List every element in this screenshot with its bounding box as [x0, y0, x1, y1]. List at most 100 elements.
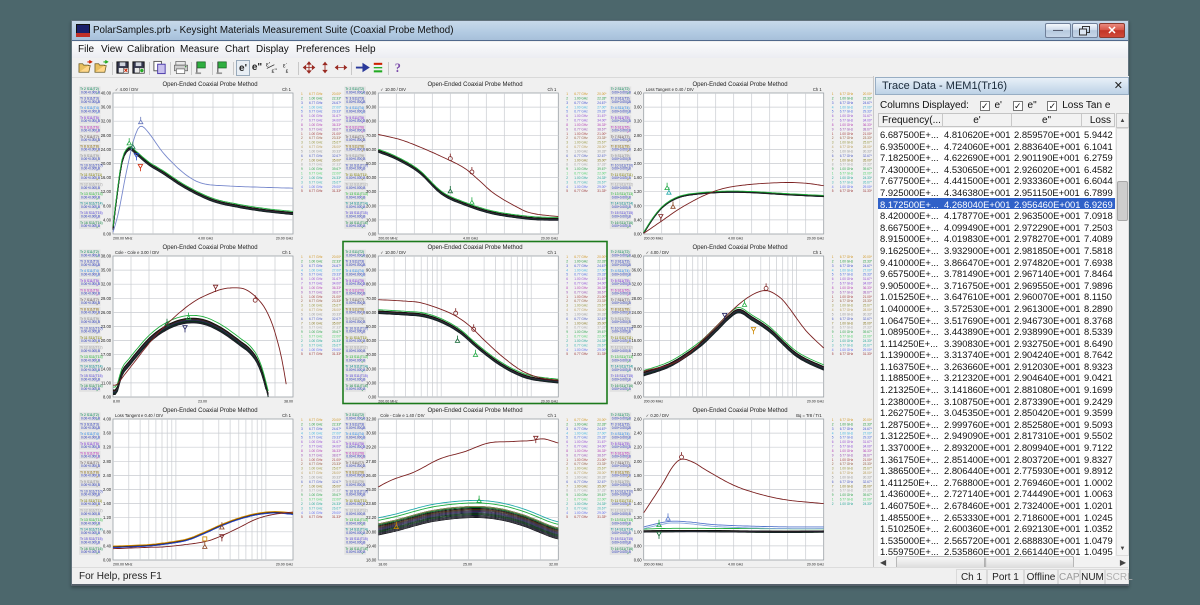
- svg-text:22.00*: 22.00*: [332, 335, 342, 339]
- svg-text:4: 4: [301, 431, 303, 435]
- svg-text:6: 6: [301, 277, 303, 281]
- svg-text:6.77 GHz: 6.77 GHz: [309, 163, 323, 167]
- svg-text:✓: ✓: [96, 197, 99, 201]
- svg-text:32.00: 32.00: [631, 282, 642, 287]
- svg-text:35.00*: 35.00*: [597, 158, 607, 162]
- svg-text:1.00: 1.00: [634, 529, 643, 534]
- svg-text:1.00 GHz: 1.00 GHz: [309, 132, 323, 136]
- svg-text:1: 1: [832, 418, 834, 422]
- svg-text:6.77 GHz: 6.77 GHz: [840, 255, 854, 259]
- svg-text:Open-Ended Coaxial Probe Metho: Open-Ended Coaxial Probe Method: [692, 245, 787, 251]
- svg-text:30.33*: 30.33*: [332, 476, 342, 480]
- svg-text:2.80: 2.80: [634, 133, 643, 138]
- svg-text:6.77 GHz: 6.77 GHz: [309, 189, 323, 193]
- svg-text:6.77 GHz: 6.77 GHz: [574, 154, 588, 158]
- svg-text:36.33*: 36.33*: [332, 286, 342, 290]
- svg-text:✓: ✓: [627, 178, 630, 182]
- svg-text:20.00*: 20.00*: [597, 418, 607, 422]
- svg-text:9: 9: [566, 330, 568, 334]
- svg-text:6.77 GHz: 6.77 GHz: [840, 282, 854, 286]
- svg-text:9: 9: [832, 453, 834, 457]
- svg-text:✓: ✓: [627, 350, 630, 354]
- svg-text:28.00*: 28.00*: [597, 471, 607, 475]
- svg-text:✓: ✓: [361, 331, 364, 335]
- svg-text:8: 8: [566, 326, 568, 330]
- svg-text:22.33*: 22.33*: [332, 96, 342, 100]
- svg-text:60.00: 60.00: [366, 310, 377, 315]
- svg-text:1: 1: [832, 255, 834, 259]
- svg-text:6: 6: [832, 440, 834, 444]
- svg-text:2: 2: [832, 339, 834, 343]
- svg-text:✓: ✓: [361, 475, 364, 479]
- svg-text:9: 9: [301, 127, 303, 131]
- svg-text:6.77 GHz: 6.77 GHz: [309, 445, 323, 449]
- svg-text:27.00*: 27.00*: [597, 105, 607, 109]
- svg-text:1.40: 1.40: [634, 501, 643, 506]
- svg-text:4: 4: [301, 348, 303, 352]
- svg-text:✓: ✓: [627, 255, 630, 259]
- svg-text:6: 6: [566, 277, 568, 281]
- svg-text:6.77 GHz: 6.77 GHz: [574, 127, 588, 131]
- svg-text:2: 2: [566, 136, 568, 140]
- svg-text:✓: ✓: [361, 92, 364, 96]
- svg-text:29.00*: 29.00*: [332, 511, 342, 515]
- svg-text:8.00: 8.00: [103, 203, 112, 208]
- svg-text:26.67*: 26.67*: [863, 343, 873, 347]
- svg-text:23.33*: 23.33*: [332, 462, 342, 466]
- svg-text:1.00 GHz: 1.00 GHz: [574, 493, 588, 497]
- svg-text:25.67*: 25.67*: [863, 467, 873, 471]
- svg-text:✓: ✓: [96, 216, 99, 220]
- svg-text:3: 3: [301, 141, 303, 145]
- svg-text:8: 8: [566, 286, 568, 290]
- svg-text:34.00*: 34.00*: [597, 445, 607, 449]
- svg-text:9: 9: [301, 453, 303, 457]
- svg-text:Ch 1: Ch 1: [282, 87, 292, 92]
- svg-text:35.00*: 35.00*: [597, 321, 607, 325]
- svg-text:4: 4: [566, 348, 568, 352]
- svg-text:11.00: 11.00: [101, 380, 112, 385]
- svg-text:32.67*: 32.67*: [332, 154, 342, 158]
- svg-text:✓: ✓: [361, 120, 364, 124]
- svg-text:6.77 GHz: 6.77 GHz: [840, 264, 854, 268]
- svg-text:5: 5: [832, 273, 834, 277]
- svg-text:✓: ✓: [96, 513, 99, 517]
- svg-text:9: 9: [832, 493, 834, 497]
- svg-text:3: 3: [566, 180, 568, 184]
- svg-text:6.77 GHz: 6.77 GHz: [840, 145, 854, 149]
- svg-text:3: 3: [566, 506, 568, 510]
- svg-text:5: 5: [301, 189, 303, 193]
- svg-text:8: 8: [832, 123, 834, 127]
- svg-text:30.33*: 30.33*: [863, 150, 873, 154]
- svg-text:4.00: 4.00: [103, 417, 112, 422]
- svg-text:✓ 0.20 / DIV: ✓ 0.20 / DIV: [646, 413, 669, 418]
- svg-text:1.00 GHz: 1.00 GHz: [840, 348, 854, 352]
- svg-text:23.33*: 23.33*: [332, 136, 342, 140]
- svg-text:1.00 GHz: 1.00 GHz: [574, 502, 588, 506]
- svg-text:7: 7: [566, 119, 568, 123]
- svg-text:1.20: 1.20: [634, 189, 643, 194]
- svg-text:✓: ✓: [627, 427, 630, 431]
- svg-text:3: 3: [566, 264, 568, 268]
- svg-text:6: 6: [832, 317, 834, 321]
- svg-text:✓: ✓: [96, 149, 99, 153]
- svg-text:1: 1: [301, 132, 303, 136]
- svg-text:✓: ✓: [96, 312, 99, 316]
- svg-text:6.77 GHz: 6.77 GHz: [309, 506, 323, 510]
- svg-text:1.00 GHz: 1.00 GHz: [574, 449, 588, 453]
- svg-text:26.40: 26.40: [366, 473, 377, 478]
- svg-text:2: 2: [566, 176, 568, 180]
- svg-text:1.20: 1.20: [634, 515, 643, 520]
- svg-text:6.77 GHz: 6.77 GHz: [309, 154, 323, 158]
- svg-text:29.33*: 29.33*: [332, 110, 342, 114]
- svg-text:1.00 GHz: 1.00 GHz: [840, 268, 854, 272]
- svg-text:5: 5: [566, 352, 568, 356]
- svg-text:38.67*: 38.67*: [597, 127, 607, 131]
- svg-text:2: 2: [832, 176, 834, 180]
- svg-text:27.00*: 27.00*: [332, 105, 342, 109]
- svg-text:16.00: 16.00: [101, 175, 112, 180]
- svg-text:✓: ✓: [96, 120, 99, 124]
- svg-text:34.00*: 34.00*: [332, 282, 342, 286]
- svg-text:28.00*: 28.00*: [332, 145, 342, 149]
- svg-text:31.67*: 31.67*: [332, 114, 342, 118]
- svg-text:0.80: 0.80: [103, 529, 112, 534]
